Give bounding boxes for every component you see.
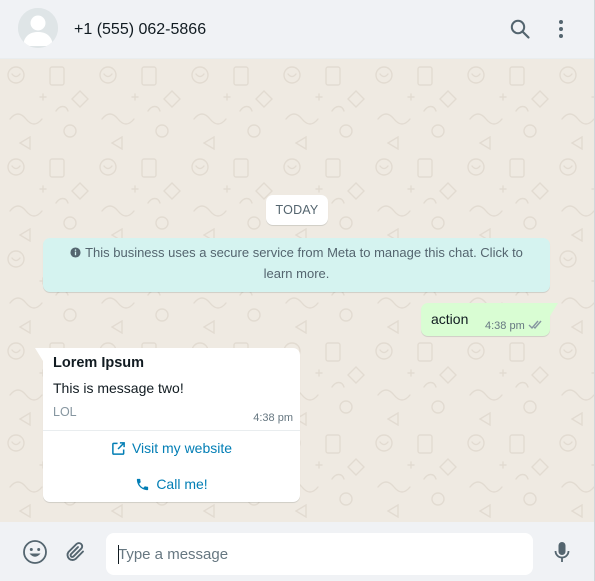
contact-avatar[interactable] [18, 8, 58, 48]
attach-button[interactable] [63, 539, 89, 565]
microphone-icon [554, 542, 570, 562]
menu-button[interactable] [548, 16, 574, 42]
call-me-button[interactable]: Call me! [43, 467, 300, 501]
attach-icon [66, 542, 84, 561]
more-vertical-icon [559, 20, 563, 38]
message-text: This is message two! [53, 380, 184, 396]
external-link-icon [112, 441, 125, 455]
emoji-icon [23, 540, 47, 564]
visit-website-button[interactable]: Visit my website [43, 431, 300, 465]
message-time: 4:38 pm [253, 412, 293, 424]
composer-bar [0, 522, 594, 581]
text-caret [118, 545, 119, 564]
bubble-tail [550, 303, 558, 316]
encryption-notice-text: This business uses a secure service from… [85, 245, 523, 281]
search-button[interactable] [507, 16, 533, 42]
info-icon [70, 247, 81, 258]
voice-message-button[interactable] [549, 539, 575, 565]
outgoing-message[interactable]: action 4:38 pm [421, 303, 558, 336]
date-separator: TODAY [266, 195, 328, 225]
bubble-tail [35, 348, 43, 361]
search-icon [510, 19, 530, 39]
incoming-message[interactable]: Lorem Ipsum This is message two! LOL 4:3… [35, 348, 300, 502]
message-input-container[interactable] [106, 533, 533, 575]
visit-website-label: Visit my website [131, 440, 233, 456]
message-input[interactable] [118, 533, 523, 575]
message-time: 4:38 pm [485, 320, 525, 332]
message-text: action [431, 311, 469, 327]
chat-area[interactable]: TODAY This business uses a secure servic… [0, 59, 594, 522]
chat-window: +1 (555) 062-5866 TODAY This business us… [0, 0, 595, 581]
chat-header: +1 (555) 062-5866 [0, 0, 594, 59]
default-avatar-icon [18, 8, 58, 48]
message-footer: LOL [53, 405, 77, 419]
contact-name[interactable]: +1 (555) 062-5866 [74, 20, 206, 40]
double-check-icon [528, 320, 542, 330]
phone-icon [137, 478, 149, 490]
encryption-notice[interactable]: This business uses a secure service from… [43, 238, 550, 292]
emoji-button[interactable] [22, 539, 48, 565]
message-title: Lorem Ipsum [53, 355, 145, 371]
call-me-label: Call me! [156, 476, 208, 492]
